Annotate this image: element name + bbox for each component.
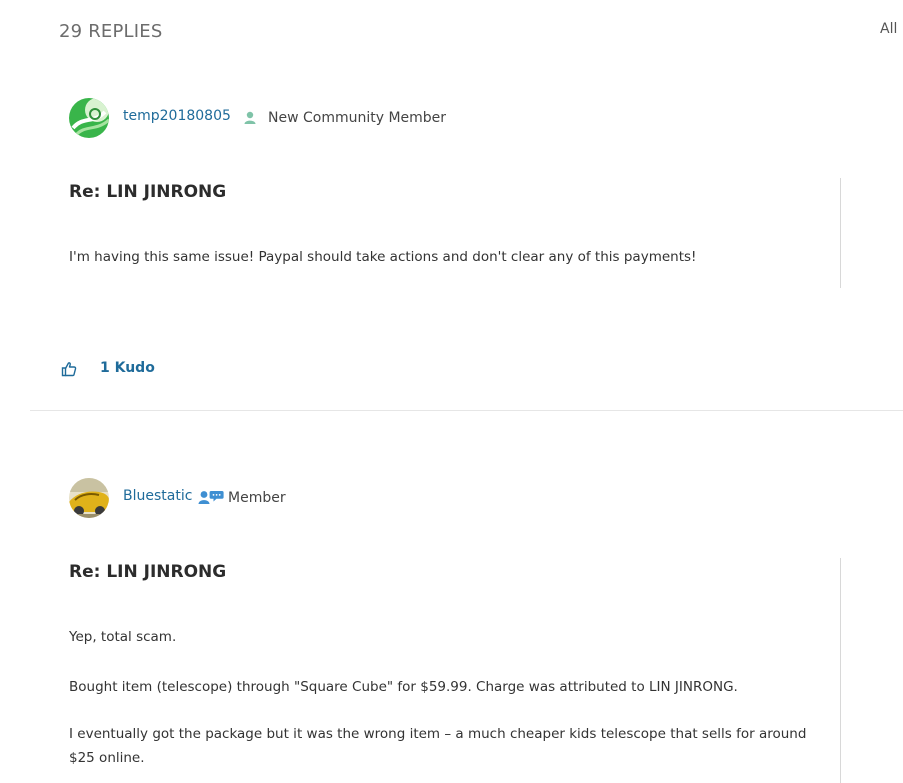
avatar-temp20180805[interactable] — [69, 98, 109, 138]
author-rank: New Community Member — [268, 110, 447, 126]
avatar-bluestatic[interactable] — [69, 478, 109, 518]
thumbs-up-icon[interactable] — [61, 361, 77, 381]
member-person-icon — [243, 110, 257, 129]
post-body-line: Bought item (telescope) through "Square … — [69, 679, 738, 695]
reply-filter-all[interactable]: All — [880, 21, 897, 37]
post-title: Re: LIN JINRONG — [69, 182, 227, 202]
author-rank: Member — [228, 490, 286, 506]
post-body-line: I eventually got the package but it was … — [69, 726, 807, 742]
author-link[interactable]: temp20180805 — [123, 108, 231, 124]
author-link[interactable]: Bluestatic — [123, 488, 192, 504]
post-title: Re: LIN JINRONG — [69, 562, 227, 582]
post-body: I'm having this same issue! Paypal shoul… — [69, 249, 697, 265]
post-sidebar-divider — [840, 178, 841, 288]
avatar-image — [69, 98, 109, 138]
avatar-image — [69, 478, 109, 518]
replies-count: 29 REPLIES — [59, 21, 163, 42]
post-sidebar-divider — [840, 558, 841, 783]
post-separator — [30, 410, 903, 411]
member-chat-icon — [198, 489, 224, 509]
post-body-line: $25 online. — [69, 750, 145, 766]
post-body-line: Yep, total scam. — [69, 629, 177, 645]
kudo-count[interactable]: 1 Kudo — [100, 360, 155, 376]
